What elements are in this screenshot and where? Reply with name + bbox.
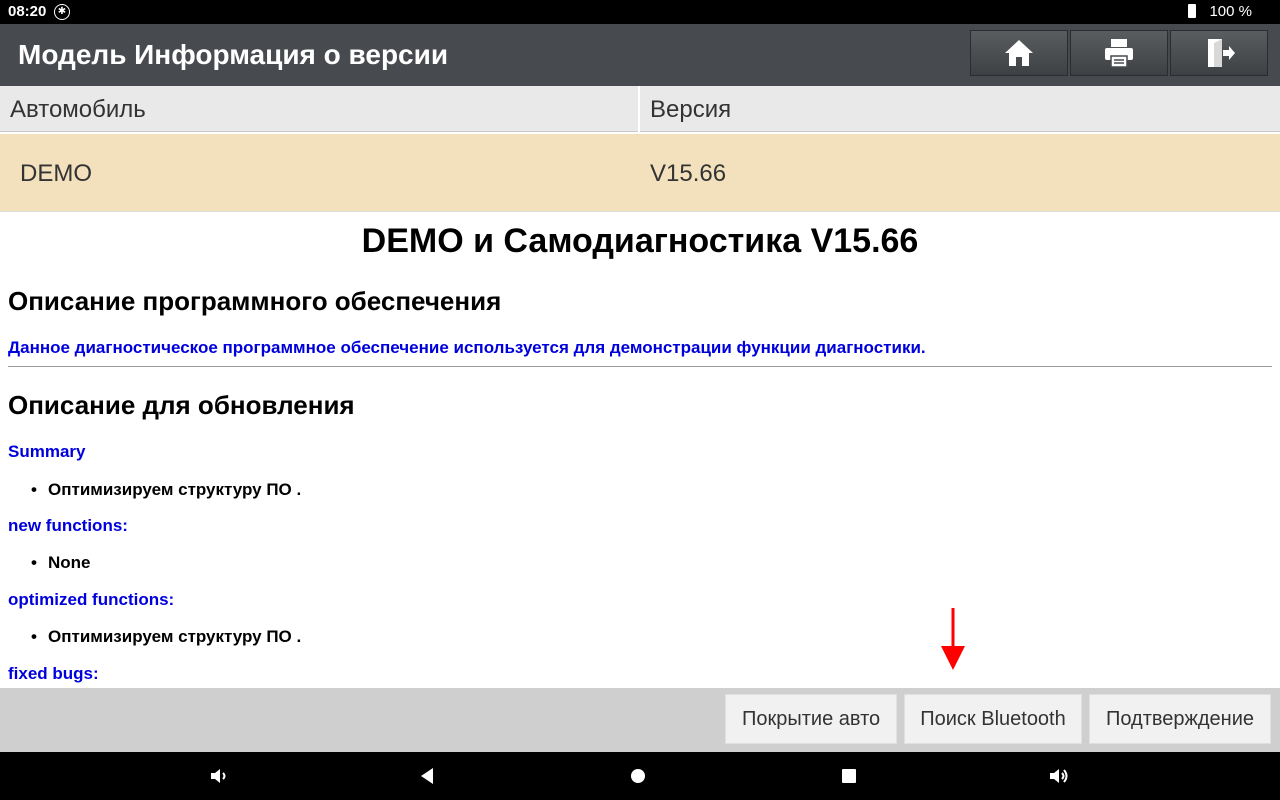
cell-version: V15.66: [650, 160, 727, 187]
software-heading: Описание программного обеспечения: [8, 286, 502, 316]
status-bar: 08:20 ✱ 100 %: [0, 0, 1280, 24]
home-icon: [1005, 40, 1033, 66]
red-arrow-down-icon: [941, 608, 965, 670]
content-title: DEMO и Самодиагностика V15.66: [361, 222, 919, 260]
app-header: Модель Информация о версии: [0, 24, 1280, 86]
divider: [8, 366, 1272, 367]
version-description[interactable]: DEMO и Самодиагностика V15.66 Описание п…: [0, 212, 1280, 688]
list-item: Оптимизируем структуру ПО .: [31, 627, 301, 647]
print-button[interactable]: [1070, 30, 1168, 76]
table-row[interactable]: DEMO V15.66: [0, 134, 1280, 212]
print-icon: [1105, 39, 1133, 68]
bottom-toolbar: Покрытие авто Поиск Bluetooth Подтвержде…: [0, 688, 1280, 752]
recents-icon[interactable]: [838, 765, 860, 787]
bluetooth-search-button[interactable]: Поиск Bluetooth: [904, 694, 1082, 744]
volume-down-icon[interactable]: [208, 765, 230, 787]
confirm-button[interactable]: Подтверждение: [1089, 694, 1271, 744]
software-description: Данное диагностическое программное обесп…: [8, 338, 926, 357]
exit-icon: [1208, 39, 1235, 67]
volume-up-icon[interactable]: [1048, 765, 1070, 787]
exit-button[interactable]: [1170, 30, 1268, 76]
section-label-summary: Summary: [8, 442, 86, 461]
list-item: Оптимизируем структуру ПО .: [31, 480, 301, 500]
navigation-bar: [0, 752, 1280, 800]
clock: 08:20: [8, 3, 47, 20]
page-title: Модель Информация о версии: [18, 39, 449, 70]
vehicle-coverage-button[interactable]: Покрытие авто: [725, 694, 897, 744]
section-label-new-functions: new functions:: [8, 516, 128, 535]
back-icon[interactable]: [416, 765, 438, 787]
home-circle-icon[interactable]: [627, 765, 649, 787]
list-item: None: [31, 553, 90, 573]
column-header-vehicle: Автомобиль: [0, 86, 640, 132]
home-button[interactable]: [970, 30, 1068, 76]
battery-level: 100 %: [1209, 3, 1252, 20]
battery-icon: [1188, 4, 1196, 18]
cell-vehicle: DEMO: [20, 160, 92, 187]
section-label-fixed-bugs: fixed bugs:: [8, 664, 99, 683]
bluetooth-icon: ✱: [54, 4, 70, 20]
table-header: Автомобиль Версия: [0, 86, 1280, 132]
column-header-version: Версия: [650, 96, 732, 123]
update-heading: Описание для обновления: [8, 390, 355, 420]
section-label-optimized-functions: optimized functions:: [8, 590, 175, 609]
